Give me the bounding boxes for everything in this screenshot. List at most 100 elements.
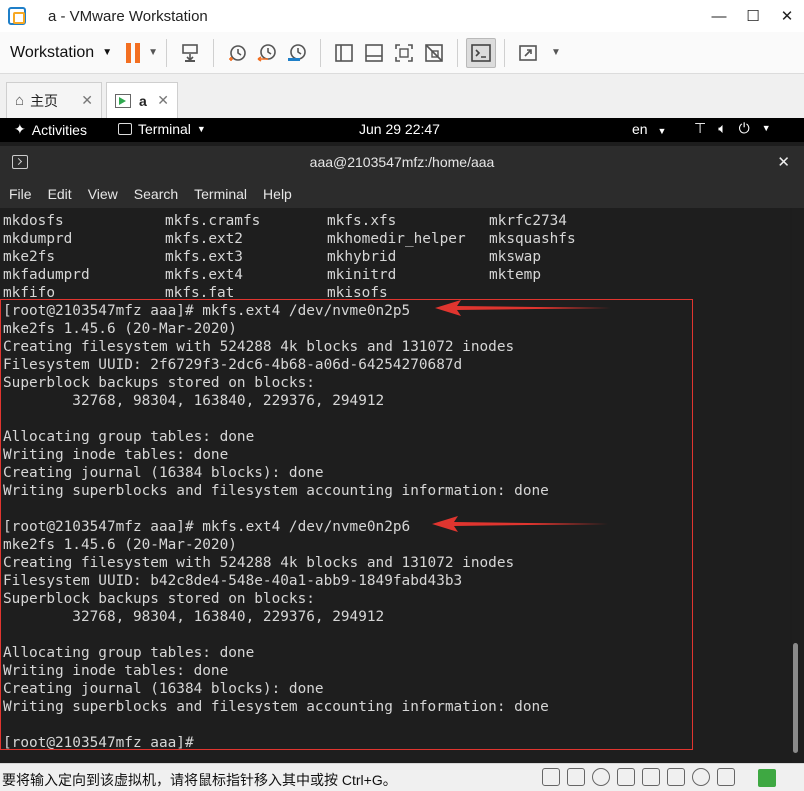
annotation-arrow-2	[432, 516, 608, 532]
snapshot-manager-button[interactable]	[282, 38, 312, 68]
network-send-icon	[182, 43, 198, 62]
toolbar-divider	[457, 38, 458, 67]
terminal-scrollbar[interactable]	[792, 208, 800, 763]
close-window-button[interactable]: ✕	[770, 0, 804, 32]
system-tray[interactable]: ⊤ 🔈︎ ⏻ ▼	[694, 120, 771, 137]
close-tab-icon[interactable]: ✕	[81, 92, 93, 109]
tab-vm-a[interactable]: a ✕	[106, 82, 178, 118]
activities-label: Activities	[31, 121, 87, 138]
maximize-button[interactable]: ☐	[736, 0, 770, 32]
power-icon: ⏻	[738, 120, 750, 136]
stretch-menu-chevron-icon[interactable]: ▼	[551, 47, 561, 58]
hard-disk-icon[interactable]	[542, 768, 560, 786]
window-titlebar: a - VMware Workstation — ☐ ✕	[0, 0, 804, 32]
annotation-arrow-1	[435, 300, 611, 316]
terminal-prompt-icon	[471, 43, 491, 62]
completion-entry: mkfs.cramfs	[165, 213, 261, 229]
sound-icon[interactable]	[667, 768, 685, 786]
toolbar-divider	[166, 38, 167, 67]
pause-button[interactable]	[126, 42, 141, 63]
tab-vm-label: a	[139, 92, 147, 109]
completion-entry: mkdumprd	[3, 231, 73, 247]
menu-terminal[interactable]: Terminal	[194, 186, 247, 202]
vmware-logo-icon	[8, 7, 26, 25]
snapshot-manager-icon	[288, 43, 306, 61]
toolbar-divider	[504, 38, 505, 67]
completion-entry: mkhomedir_helper	[327, 231, 466, 247]
chevron-down-icon: ▼	[761, 123, 771, 133]
chevron-down-icon: ▼	[196, 124, 206, 134]
completion-entry: mkfs.ext3	[165, 249, 243, 265]
completion-entry: mktemp	[489, 267, 541, 283]
bottom-panel-layout-icon	[365, 43, 383, 62]
clock[interactable]: Jun 29 22:47	[359, 121, 440, 137]
vm-running-icon	[115, 93, 131, 108]
status-bar: 要将输入定向到该虚拟机，请将鼠标指针移入其中或按 Ctrl+G。	[0, 763, 804, 791]
take-snapshot-button[interactable]	[222, 38, 252, 68]
full-screen-button[interactable]	[389, 38, 419, 68]
tab-home[interactable]: ⌂ 主页 ✕	[6, 82, 102, 118]
main-toolbar: Workstation ▼ ▼ ▼	[0, 32, 804, 74]
hard-disk-icon[interactable]	[567, 768, 585, 786]
menu-edit[interactable]: Edit	[48, 186, 72, 202]
unity-button[interactable]	[419, 38, 449, 68]
menu-search[interactable]: Search	[134, 186, 178, 202]
console-view-button[interactable]	[466, 37, 496, 68]
unity-disabled-icon	[425, 43, 443, 62]
gnome-top-bar: ✦ Activities Terminal ▼ Jun 29 22:47 en …	[0, 118, 804, 142]
completion-entry: mke2fs	[3, 249, 55, 265]
show-library-button[interactable]	[329, 38, 359, 68]
completion-entry: mkrfc2734	[489, 213, 567, 229]
close-terminal-button[interactable]: ✕	[777, 153, 790, 171]
menu-view[interactable]: View	[88, 186, 118, 202]
close-tab-icon[interactable]: ✕	[157, 92, 169, 109]
app-menu-terminal[interactable]: Terminal ▼	[118, 121, 206, 137]
revert-snapshot-button[interactable]	[252, 38, 282, 68]
sidebar-layout-icon	[335, 43, 353, 62]
minimize-button[interactable]: —	[702, 0, 736, 32]
completion-entry: mksquashfs	[489, 231, 576, 247]
gnome-foot-icon: ✦	[14, 121, 26, 137]
chevron-down-icon: ▼	[657, 126, 667, 136]
fullscreen-icon	[395, 43, 413, 62]
window-controls: — ☐ ✕	[702, 0, 804, 32]
terminal-menubar: File Edit View Search Terminal Help	[0, 180, 804, 208]
workstation-menu[interactable]: Workstation ▼	[10, 44, 112, 62]
menu-help[interactable]: Help	[263, 186, 292, 202]
status-message: 要将输入定向到该虚拟机，请将鼠标指针移入其中或按 Ctrl+G。	[2, 772, 397, 788]
input-language-selector[interactable]: en ▼	[632, 121, 666, 137]
tabs-bar: ⌂ 主页 ✕ a ✕	[0, 74, 804, 118]
window-title: a - VMware Workstation	[48, 7, 208, 25]
completion-entry: mkfs.xfs	[327, 213, 397, 229]
chevron-down-icon: ▼	[102, 47, 113, 58]
toolbar-divider	[320, 38, 321, 67]
scrollbar-thumb[interactable]	[793, 643, 798, 753]
network-adapter-icon[interactable]	[617, 768, 635, 786]
stretch-expand-icon	[519, 44, 537, 61]
app-menu-label: Terminal	[138, 121, 191, 137]
device-icons	[542, 768, 735, 786]
language-label: en	[632, 121, 648, 137]
show-thumbnail-bar-button[interactable]	[359, 38, 389, 68]
completion-entry: mkswap	[489, 249, 541, 265]
message-log-icon[interactable]	[758, 769, 776, 787]
workstation-menu-label: Workstation	[10, 43, 95, 61]
display-icon[interactable]	[717, 768, 735, 786]
guest-display[interactable]: ✦ Activities Terminal ▼ Jun 29 22:47 en …	[0, 118, 804, 763]
printer-icon[interactable]	[692, 768, 710, 786]
completion-entry: mkfs.ext2	[165, 231, 243, 247]
menu-file[interactable]: File	[9, 186, 32, 202]
stretch-guest-button[interactable]	[513, 38, 543, 68]
completion-entry: mkhybrid	[327, 249, 397, 265]
cd-dvd-icon[interactable]	[592, 768, 610, 786]
tab-home-label: 主页	[30, 92, 59, 109]
completion-entry: mkinitrd	[327, 267, 397, 283]
activities-button[interactable]: ✦ Activities	[14, 121, 87, 138]
terminal-app-icon	[118, 123, 132, 135]
usb-icon[interactable]	[642, 768, 660, 786]
snapshot-clock-icon	[229, 44, 246, 61]
completion-entry: mkdosfs	[3, 213, 64, 229]
power-menu-chevron-icon[interactable]: ▼	[148, 47, 158, 58]
toolbar-divider	[213, 38, 214, 67]
send-ctrl-alt-del-button[interactable]	[175, 38, 205, 68]
